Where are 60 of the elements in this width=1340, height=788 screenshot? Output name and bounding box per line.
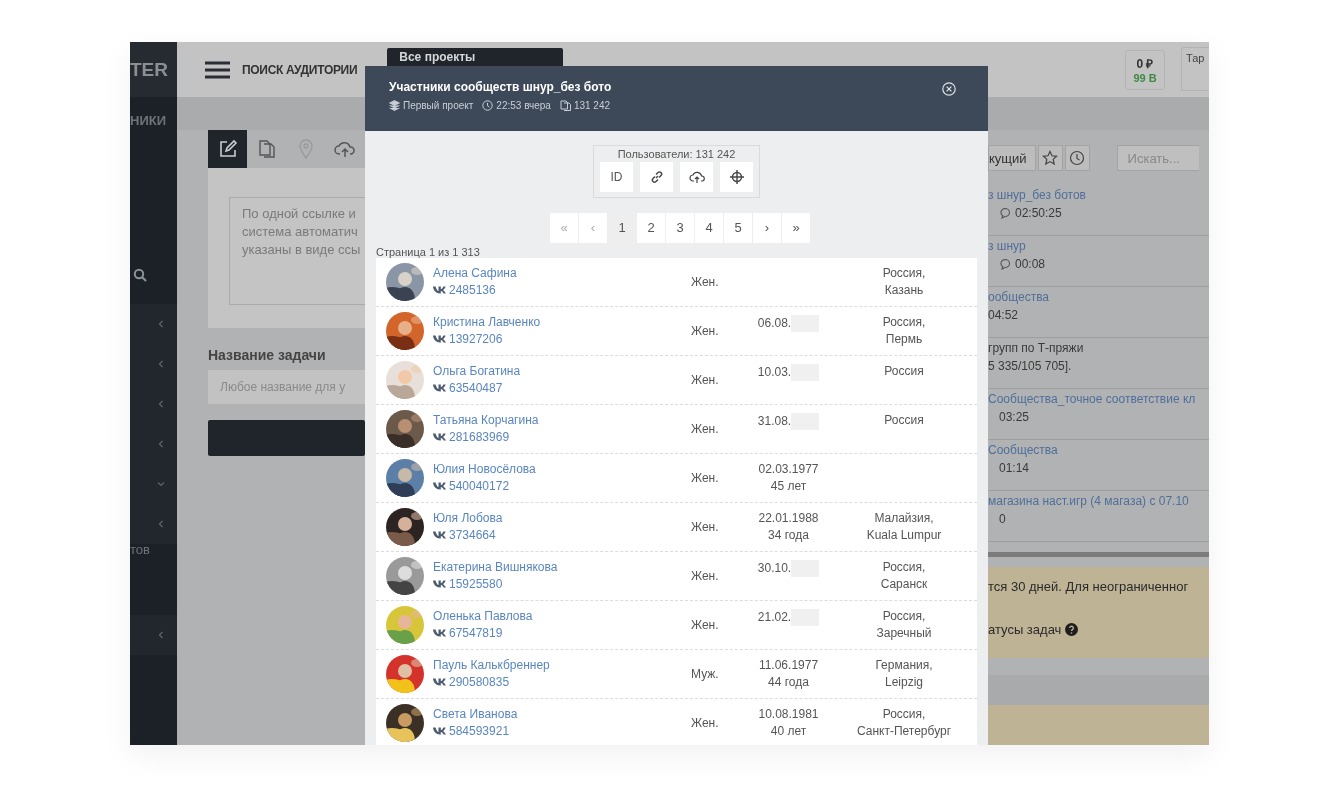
gender-cell-text: Жен. bbox=[691, 568, 720, 583]
birth-date: 22.01.1988 bbox=[758, 510, 819, 525]
gender-cell-text: Жен. bbox=[691, 421, 720, 436]
modal-title: Участники сообществ шнур_без бото bbox=[389, 80, 612, 94]
task-time: 22:53 вчера bbox=[496, 100, 551, 111]
location-text: Россия, bbox=[882, 314, 926, 329]
age-text: 40 лет bbox=[770, 723, 807, 738]
location-text: Россия, bbox=[882, 706, 926, 721]
location-text: Россия bbox=[884, 363, 924, 378]
task-time: 04:52 bbox=[988, 308, 1019, 322]
location-text: Пермь bbox=[885, 331, 923, 346]
birth-date: 02.03.1977 bbox=[758, 461, 819, 476]
age-text: 34 года bbox=[768, 527, 809, 542]
gender-cell-text: Жен. bbox=[691, 372, 720, 387]
field-label: Название задачи bbox=[208, 347, 327, 363]
task-time: 02:50:25 bbox=[1015, 206, 1062, 220]
gender-cell-text: Жен. bbox=[691, 323, 720, 338]
task-time: 0 bbox=[999, 512, 1006, 526]
birth-date: 31.08. bbox=[757, 414, 792, 429]
location-text: Россия, bbox=[882, 559, 926, 574]
location-text: Россия, bbox=[882, 608, 926, 623]
user-count: 131 242 bbox=[573, 100, 611, 111]
location-text: Германия, bbox=[875, 657, 933, 672]
age-text: 44 года bbox=[768, 674, 809, 689]
location-text: Санкт-Петербург bbox=[856, 723, 952, 738]
page-title: ПОИСК АУДИТОРИИ bbox=[242, 62, 358, 77]
gender-cell-text: Жен. bbox=[691, 274, 720, 289]
gender-cell-text: Жен. bbox=[691, 617, 720, 632]
location-text: Россия bbox=[884, 412, 924, 427]
location-text: Казань bbox=[884, 282, 924, 297]
gender-cell-text: Жен. bbox=[691, 715, 720, 730]
task-time: 00:08 bbox=[1015, 257, 1046, 271]
birth-date: 11.06.1977 bbox=[758, 657, 819, 672]
age-text: 45 лет bbox=[770, 478, 807, 493]
location-text: Заречный bbox=[876, 625, 932, 640]
bonus-amount: 99 В bbox=[1133, 72, 1157, 84]
gender-cell-text: Жен. bbox=[691, 519, 720, 534]
task-title: групп по Т-пряжи bbox=[988, 341, 1085, 355]
location-text: Россия, bbox=[882, 265, 926, 280]
users-count-label: Пользователи: 131 242 bbox=[617, 147, 736, 160]
gender-cell-text: Жен. bbox=[691, 470, 720, 485]
sidebar-section: НИКИ bbox=[130, 113, 177, 128]
task-time: 01:14 bbox=[999, 461, 1030, 475]
project-name: Первый проект bbox=[403, 100, 474, 111]
location-text: Leipzig bbox=[885, 674, 923, 689]
task-time: 5 335/105 705]. bbox=[988, 359, 1072, 373]
task-time: 03:25 bbox=[999, 410, 1030, 424]
balance-amount: 0 ₽ bbox=[1136, 56, 1154, 72]
birth-date: 10.03. bbox=[757, 365, 792, 380]
gender-cell-text: Муж. bbox=[691, 666, 720, 681]
birth-date: 10.08.1981 bbox=[758, 706, 819, 721]
birth-date: 21.02. bbox=[757, 610, 792, 625]
birth-date: 30.10. bbox=[757, 561, 792, 576]
page-info: Страница 1 из 1 313 bbox=[376, 245, 480, 258]
birth-date: 06.08. bbox=[757, 316, 792, 331]
location-text: Kuala Lumpur bbox=[866, 527, 942, 542]
location-text: Малайзия, bbox=[874, 510, 934, 525]
logo-text: TER bbox=[130, 58, 168, 81]
location-text: Саранск bbox=[880, 576, 928, 591]
notice-text: тся 30 дней. Для неограниченног bbox=[988, 579, 1190, 594]
